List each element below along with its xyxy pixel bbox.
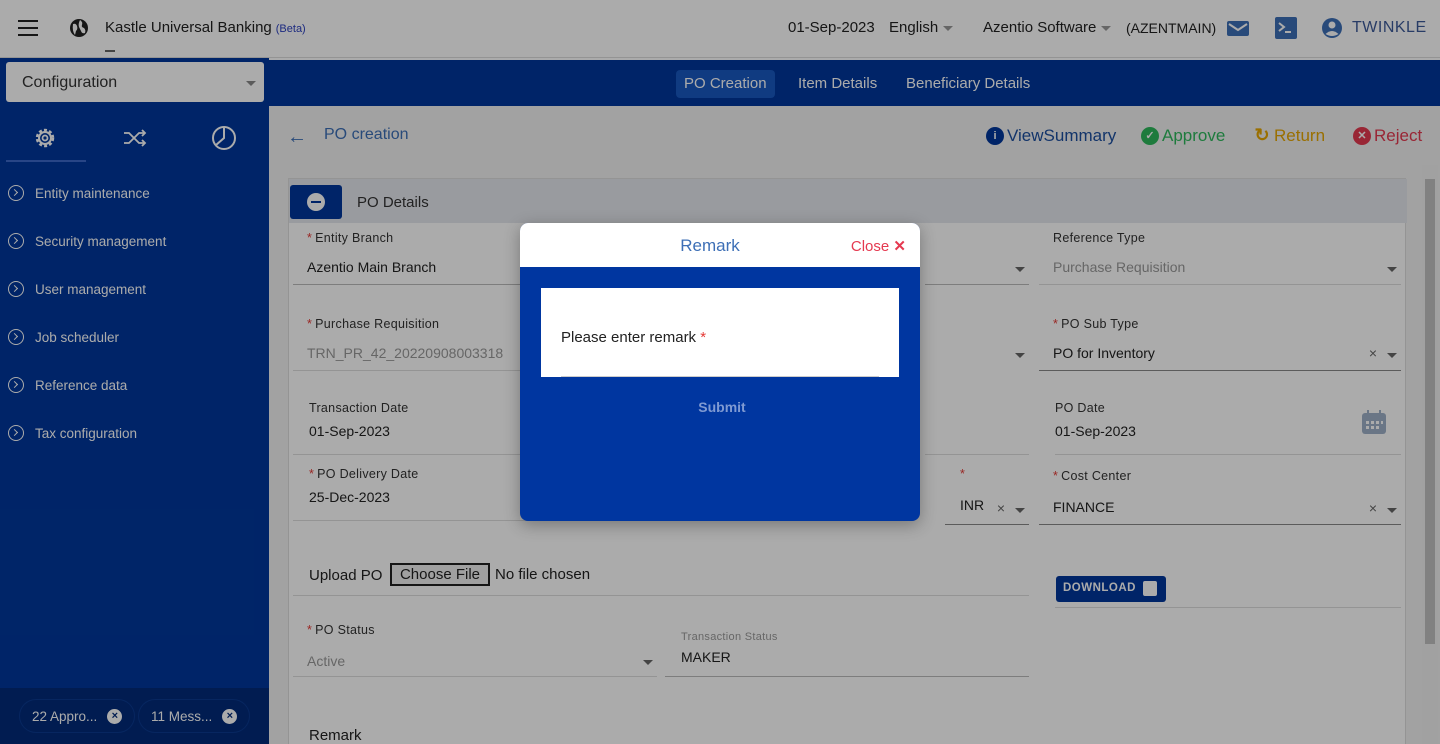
- remark-input[interactable]: Please enter remark *: [541, 288, 899, 377]
- modal-title: Remark: [680, 236, 740, 255]
- close-icon: ✕: [893, 238, 906, 255]
- close-button[interactable]: Close ✕: [851, 237, 906, 255]
- submit-button[interactable]: Submit: [520, 399, 920, 415]
- remark-modal: Remark Close ✕ Please enter remark * Sub…: [520, 223, 920, 521]
- modal-header: Remark Close ✕: [520, 223, 920, 267]
